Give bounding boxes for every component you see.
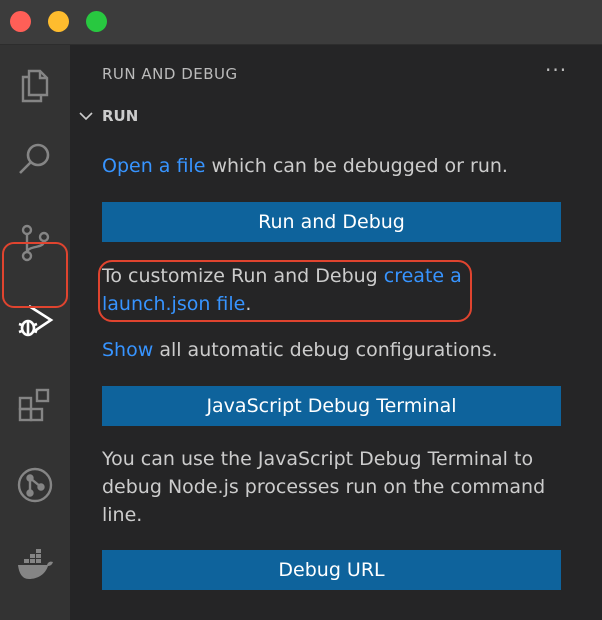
maximize-window-button[interactable] <box>86 11 107 32</box>
activity-explorer[interactable] <box>0 55 70 115</box>
activity-extensions[interactable] <box>0 375 70 435</box>
docker-icon <box>18 549 53 579</box>
minimize-window-button[interactable] <box>48 11 69 32</box>
more-actions-icon[interactable]: ··· <box>545 58 567 82</box>
activity-git-graph[interactable] <box>0 455 70 515</box>
show-configurations-text: Show all automatic debug configurations. <box>102 339 498 361</box>
run-section-label: RUN <box>102 107 139 125</box>
run-section-header[interactable]: RUN <box>78 107 138 125</box>
open-file-text: Open a file which can be debugged or run… <box>102 155 508 177</box>
launch-json-highlight <box>98 260 472 322</box>
activity-docker[interactable] <box>0 535 70 595</box>
explorer-icon <box>21 69 49 103</box>
open-file-link[interactable]: Open a file <box>102 155 205 177</box>
run-debug-highlight <box>2 242 68 308</box>
sidebar-title: RUN AND DEBUG <box>102 65 238 83</box>
extensions-icon <box>18 388 50 422</box>
close-window-button[interactable] <box>10 11 31 32</box>
activity-search[interactable] <box>0 130 70 190</box>
javascript-debug-terminal-button[interactable]: JavaScript Debug Terminal <box>102 386 561 426</box>
title-bar <box>0 0 602 45</box>
search-icon <box>19 143 50 174</box>
show-link[interactable]: Show <box>102 339 153 361</box>
run-and-debug-button[interactable]: Run and Debug <box>102 202 561 242</box>
debug-url-button[interactable]: Debug URL <box>102 550 561 590</box>
chevron-down-icon <box>79 112 93 121</box>
git-graph-icon <box>17 467 53 503</box>
activity-bar <box>0 45 70 620</box>
run-debug-sidebar: RUN AND DEBUG ··· RUN Open a file which … <box>70 45 602 620</box>
js-debug-description: You can use the JavaScript Debug Termina… <box>102 448 546 526</box>
